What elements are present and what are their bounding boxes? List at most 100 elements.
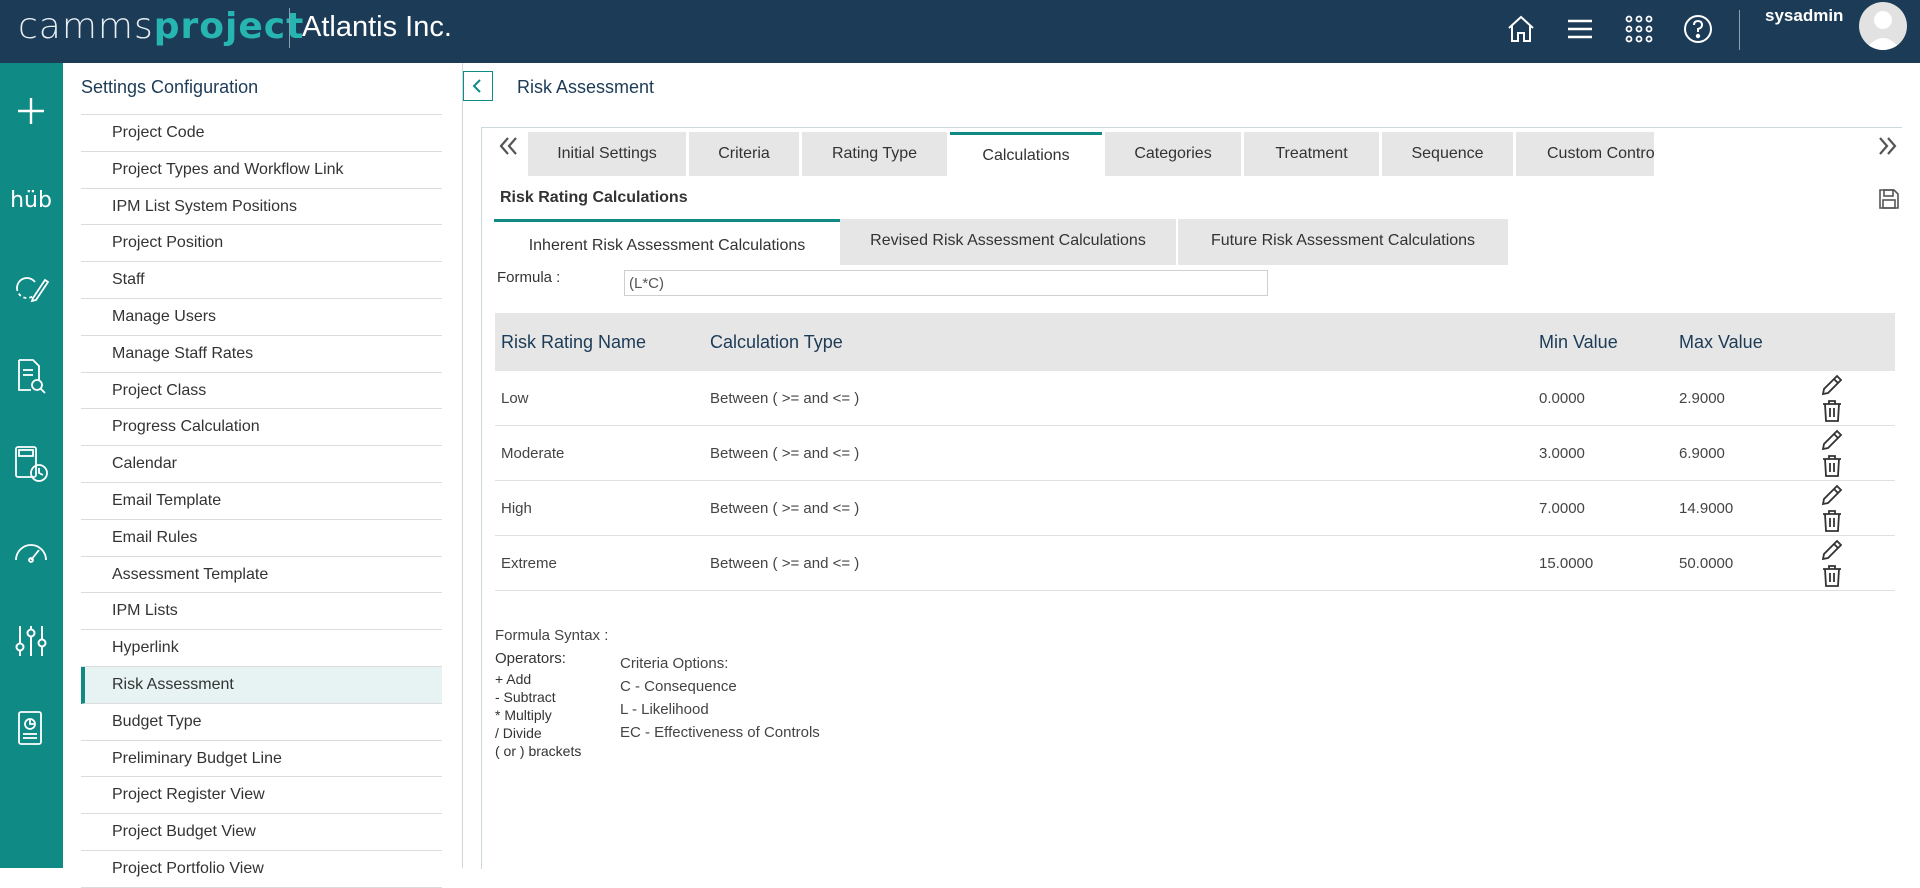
cell-type: Between ( >= and <= ) bbox=[704, 425, 1533, 481]
settings-item-manage-users[interactable]: Manage Users bbox=[81, 299, 442, 336]
operators-label: Operators: bbox=[495, 650, 566, 667]
tab-categories[interactable]: Categories bbox=[1105, 132, 1241, 176]
cell-max: 14.9000 bbox=[1673, 480, 1813, 536]
cell-name: High bbox=[495, 480, 704, 536]
edit-icon[interactable] bbox=[1819, 427, 1845, 453]
settings-item-project-types[interactable]: Project Types and Workflow Link bbox=[81, 152, 442, 189]
hub-label: hüb bbox=[10, 187, 52, 213]
tabs-scroll-left-icon[interactable] bbox=[496, 134, 522, 164]
tab-rating-type[interactable]: Rating Type bbox=[802, 132, 947, 176]
delete-icon[interactable] bbox=[1819, 453, 1845, 479]
hub-icon[interactable]: hüb bbox=[6, 176, 56, 224]
logo-text-project: project bbox=[153, 6, 305, 47]
table-row: Moderate Between ( >= and <= ) 3.0000 6.… bbox=[495, 425, 1895, 481]
cell-actions bbox=[1813, 535, 1895, 591]
chevron-left-icon bbox=[472, 79, 481, 93]
settings-item-hyperlink[interactable]: Hyperlink bbox=[81, 630, 442, 667]
settings-item-project-position[interactable]: Project Position bbox=[81, 225, 442, 263]
edit-icon[interactable] bbox=[1819, 372, 1845, 398]
page-title: Risk Assessment bbox=[517, 77, 655, 97]
settings-item-staff[interactable]: Staff bbox=[81, 262, 442, 299]
settings-item-assessment-template[interactable]: Assessment Template bbox=[81, 557, 442, 594]
settings-item-ipm-lists[interactable]: IPM Lists bbox=[81, 593, 442, 631]
settings-sliders-icon[interactable] bbox=[6, 617, 56, 665]
settings-menu: Project Code Project Types and Workflow … bbox=[81, 114, 442, 888]
settings-item-progress-calculation[interactable]: Progress Calculation bbox=[81, 409, 442, 447]
settings-item-project-code[interactable]: Project Code bbox=[81, 115, 442, 152]
subtab-revised[interactable]: Revised Risk Assessment Calculations bbox=[840, 219, 1176, 265]
settings-item-project-class[interactable]: Project Class bbox=[81, 373, 442, 410]
delete-icon[interactable] bbox=[1819, 508, 1845, 534]
add-icon[interactable] bbox=[6, 87, 56, 135]
formula-label: Formula : bbox=[497, 269, 561, 286]
apps-grid-icon[interactable] bbox=[1619, 9, 1659, 49]
settings-item-preliminary-budget-line[interactable]: Preliminary Budget Line bbox=[81, 741, 442, 778]
col-header-risk-rating-name[interactable]: Risk Rating Name bbox=[495, 313, 704, 371]
cell-name: Low bbox=[495, 371, 704, 426]
settings-item-project-budget-view[interactable]: Project Budget View bbox=[81, 814, 442, 851]
formula-syntax-title: Formula Syntax : bbox=[495, 627, 609, 644]
criteria-item: L - Likelihood bbox=[620, 701, 709, 718]
tab-custom-controls[interactable]: Custom Controls bbox=[1516, 132, 1654, 176]
settings-item-email-rules[interactable]: Email Rules bbox=[81, 520, 442, 557]
settings-item-email-template[interactable]: Email Template bbox=[81, 483, 442, 520]
tab-criteria[interactable]: Criteria bbox=[689, 132, 799, 176]
settings-item-risk-assessment[interactable]: Risk Assessment bbox=[81, 666, 442, 704]
settings-item-manage-staff-rates[interactable]: Manage Staff Rates bbox=[81, 336, 442, 373]
delete-icon[interactable] bbox=[1819, 563, 1845, 589]
subtab-inherent[interactable]: Inherent Risk Assessment Calculations bbox=[494, 219, 840, 265]
report-icon[interactable] bbox=[6, 705, 56, 753]
col-header-actions bbox=[1813, 313, 1895, 371]
cell-max: 2.9000 bbox=[1673, 371, 1813, 426]
home-icon[interactable] bbox=[1501, 9, 1541, 49]
table-row: High Between ( >= and <= ) 7.0000 14.900… bbox=[495, 480, 1895, 536]
tab-sequence[interactable]: Sequence bbox=[1382, 132, 1513, 176]
gauge-icon[interactable] bbox=[6, 528, 56, 576]
save-icon[interactable] bbox=[1876, 186, 1902, 212]
settings-item-budget-type[interactable]: Budget Type bbox=[81, 704, 442, 741]
left-nav: hüb bbox=[0, 63, 63, 868]
company-name: Atlantis Inc. bbox=[302, 11, 452, 43]
help-icon[interactable] bbox=[1678, 9, 1718, 49]
subtab-future[interactable]: Future Risk Assessment Calculations bbox=[1178, 219, 1508, 265]
criteria-item: EC - Effectiveness of Controls bbox=[620, 724, 820, 741]
delete-icon[interactable] bbox=[1819, 398, 1845, 424]
edit-icon[interactable] bbox=[1819, 482, 1845, 508]
settings-item-calendar[interactable]: Calendar bbox=[81, 446, 442, 483]
username[interactable]: sysadmin bbox=[1765, 6, 1843, 26]
formula-input[interactable] bbox=[624, 270, 1268, 296]
risk-panel: Initial Settings Criteria Rating Type Ca… bbox=[481, 127, 1902, 869]
cell-name: Extreme bbox=[495, 535, 704, 591]
cell-type: Between ( >= and <= ) bbox=[704, 371, 1533, 426]
settings-item-project-register-view[interactable]: Project Register View bbox=[81, 777, 442, 815]
settings-item-project-portfolio-view[interactable]: Project Portfolio View bbox=[81, 851, 442, 888]
col-header-calculation-type[interactable]: Calculation Type bbox=[704, 313, 1533, 371]
tasks-icon[interactable] bbox=[6, 264, 56, 312]
table-row: Extreme Between ( >= and <= ) 15.0000 50… bbox=[495, 535, 1895, 591]
tab-initial-settings[interactable]: Initial Settings bbox=[528, 132, 686, 176]
divider bbox=[289, 8, 290, 48]
col-header-min-value[interactable]: Min Value bbox=[1533, 313, 1673, 371]
collapse-sidebar-button[interactable] bbox=[463, 71, 493, 101]
operators-list: Operators: + Add - Subtract * Multiply /… bbox=[495, 650, 581, 760]
col-header-max-value[interactable]: Max Value bbox=[1673, 313, 1813, 371]
menu-icon[interactable] bbox=[1560, 9, 1600, 49]
criteria-options-label: Criteria Options: bbox=[620, 655, 729, 672]
app-logo[interactable]: cammsproject bbox=[18, 6, 304, 47]
cell-name: Moderate bbox=[495, 425, 704, 481]
settings-sidebar: Settings Configuration Project Code Proj… bbox=[63, 63, 463, 888]
calculator-clock-icon[interactable] bbox=[6, 440, 56, 488]
cell-actions bbox=[1813, 480, 1895, 536]
settings-item-ipm-list-positions[interactable]: IPM List System Positions bbox=[81, 189, 442, 226]
operator-item: / Divide bbox=[495, 725, 542, 741]
tab-treatment[interactable]: Treatment bbox=[1244, 132, 1379, 176]
avatar[interactable] bbox=[1859, 2, 1907, 50]
document-search-icon[interactable] bbox=[6, 352, 56, 400]
table-header-row: Risk Rating Name Calculation Type Min Va… bbox=[495, 313, 1895, 371]
risk-rating-table: Risk Rating Name Calculation Type Min Va… bbox=[495, 313, 1895, 591]
cell-min: 15.0000 bbox=[1533, 535, 1673, 591]
tab-calculations[interactable]: Calculations bbox=[950, 132, 1102, 176]
tabs-scroll-right-icon[interactable] bbox=[1876, 134, 1902, 164]
cell-actions bbox=[1813, 371, 1895, 426]
edit-icon[interactable] bbox=[1819, 537, 1845, 563]
